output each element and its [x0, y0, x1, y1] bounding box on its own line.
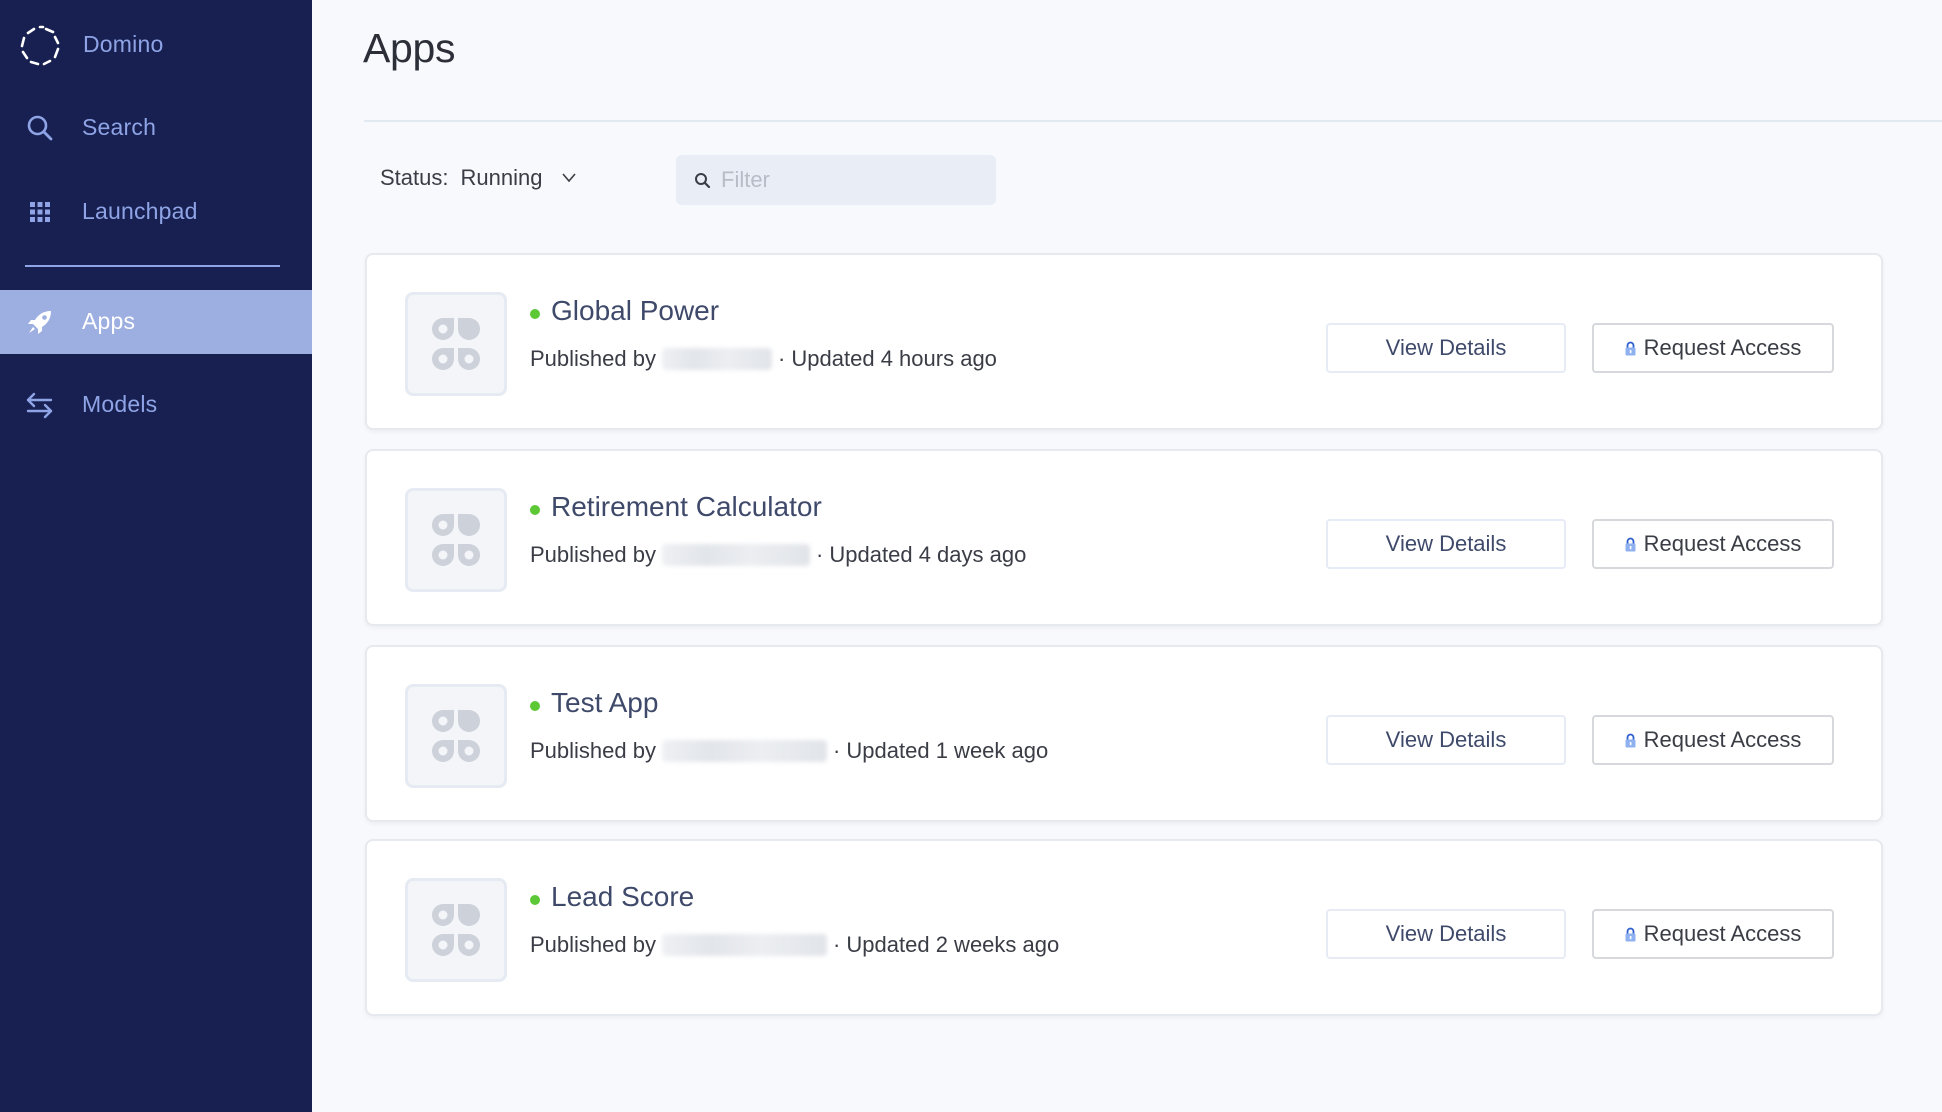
- lock-icon: [1625, 537, 1636, 552]
- app-card: Retirement Calculator Published by · Upd…: [365, 449, 1883, 626]
- sidebar-divider: [25, 265, 280, 267]
- app-name: Retirement Calculator: [551, 491, 822, 522]
- lock-icon: [1625, 341, 1636, 356]
- published-by-label: Published by: [530, 346, 656, 371]
- view-details-button[interactable]: View Details: [1326, 519, 1566, 569]
- updated-time: · Updated 1 week ago: [832, 738, 1049, 763]
- request-access-label: Request Access: [1643, 921, 1802, 946]
- lock-icon: [1625, 733, 1636, 748]
- status-value: Running: [460, 165, 543, 190]
- app-thumbnail: [405, 684, 507, 788]
- brand-name: Domino: [83, 31, 164, 57]
- title-divider: [364, 120, 1942, 122]
- app-meta: Published by · Updated 4 days ago: [530, 542, 1026, 568]
- status-running-indicator: [530, 895, 540, 905]
- request-access-button[interactable]: Request Access: [1592, 909, 1834, 959]
- publisher-name-redacted: [661, 348, 772, 370]
- request-access-button[interactable]: Request Access: [1592, 519, 1834, 569]
- published-by-label: Published by: [530, 542, 656, 567]
- sidebar-item-launchpad[interactable]: Launchpad: [0, 180, 312, 244]
- filter-field[interactable]: [676, 155, 996, 205]
- request-access-button[interactable]: Request Access: [1592, 715, 1834, 765]
- sidebar-item-models[interactable]: Models: [0, 373, 312, 437]
- sidebar-item-label: Models: [82, 391, 158, 417]
- sidebar-item-apps[interactable]: Apps: [0, 290, 312, 354]
- app-card: Lead Score Published by · Updated 2 week…: [365, 839, 1883, 1016]
- grid-icon: [24, 196, 56, 228]
- domino-logo-icon: [20, 25, 60, 66]
- view-details-button[interactable]: View Details: [1326, 323, 1566, 373]
- app-placeholder-icon: [432, 514, 480, 566]
- app-placeholder-icon: [432, 904, 480, 956]
- app-title[interactable]: Global Power: [530, 295, 719, 327]
- publisher-name-redacted: [661, 740, 827, 762]
- status-label: Status:: [380, 165, 449, 190]
- app-placeholder-icon: [432, 710, 480, 762]
- request-access-label: Request Access: [1643, 727, 1802, 752]
- search-icon: [24, 112, 56, 144]
- brand[interactable]: Domino: [0, 16, 312, 76]
- app-name: Lead Score: [551, 881, 695, 912]
- sidebar: Domino Search Launchpad Apps Models: [0, 0, 312, 1112]
- app-name: Global Power: [551, 295, 720, 326]
- search-icon: [694, 172, 711, 189]
- status-running-indicator: [530, 701, 540, 711]
- swap-arrows-icon: [24, 389, 56, 421]
- publisher-name-redacted: [661, 544, 810, 566]
- sidebar-item-search[interactable]: Search: [0, 96, 312, 160]
- app-title[interactable]: Test App: [530, 687, 658, 719]
- view-details-button[interactable]: View Details: [1326, 909, 1566, 959]
- updated-time: · Updated 2 weeks ago: [832, 932, 1060, 957]
- published-by-label: Published by: [530, 932, 656, 957]
- status-dropdown[interactable]: Status: Running: [380, 162, 577, 194]
- request-access-label: Request Access: [1643, 531, 1802, 556]
- view-details-button[interactable]: View Details: [1326, 715, 1566, 765]
- publisher-name-redacted: [661, 934, 827, 956]
- published-by-label: Published by: [530, 738, 656, 763]
- updated-time: · Updated 4 hours ago: [777, 346, 997, 371]
- app-meta: Published by · Updated 1 week ago: [530, 738, 1048, 764]
- status-running-indicator: [530, 309, 540, 319]
- app-name: Test App: [551, 687, 659, 718]
- rocket-icon: [24, 306, 56, 338]
- updated-time: · Updated 4 days ago: [815, 542, 1027, 567]
- app-placeholder-icon: [432, 318, 480, 370]
- sidebar-item-label: Search: [82, 114, 157, 140]
- lock-icon: [1625, 927, 1636, 942]
- app-card: Global Power Published by · Updated 4 ho…: [365, 253, 1883, 430]
- request-access-label: Request Access: [1643, 335, 1802, 360]
- app-card: Test App Published by · Updated 1 week a…: [365, 645, 1883, 822]
- app-title[interactable]: Retirement Calculator: [530, 491, 822, 523]
- app-meta: Published by · Updated 2 weeks ago: [530, 932, 1059, 958]
- request-access-button[interactable]: Request Access: [1592, 323, 1834, 373]
- status-running-indicator: [530, 505, 540, 515]
- sidebar-item-label: Launchpad: [82, 198, 198, 224]
- app-title[interactable]: Lead Score: [530, 881, 694, 913]
- page-title: Apps: [363, 25, 456, 71]
- app-thumbnail: [405, 292, 507, 396]
- app-meta: Published by · Updated 4 hours ago: [530, 346, 997, 372]
- filter-input[interactable]: [721, 167, 981, 193]
- sidebar-item-label: Apps: [82, 308, 136, 334]
- app-thumbnail: [405, 488, 507, 592]
- chevron-down-icon: [562, 173, 577, 183]
- app-thumbnail: [405, 878, 507, 982]
